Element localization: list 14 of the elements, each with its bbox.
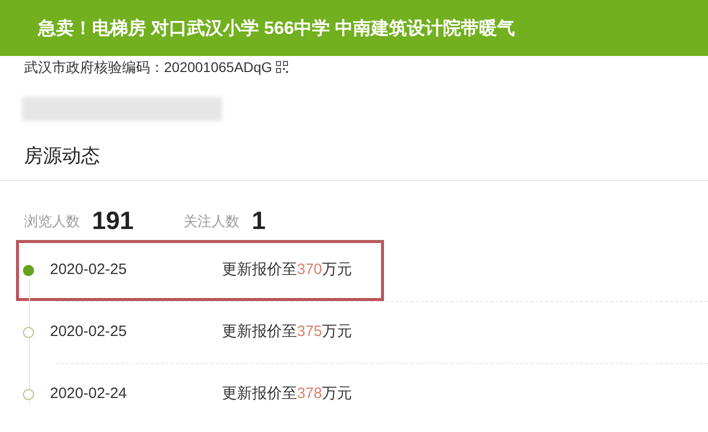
price-update: 更新报价至370万元 — [222, 260, 352, 280]
stat-value: 1 — [252, 208, 266, 234]
listing-title: 急卖！电梯房 对口武汉小学 566中学 中南建筑设计院带暖气 — [38, 16, 516, 40]
qr-code-icon[interactable] — [276, 61, 288, 73]
timeline-date: 2020-02-25 — [50, 260, 128, 280]
timeline-date: 2020-02-25 — [50, 322, 128, 342]
price-update: 更新报价至375万元 — [222, 322, 352, 342]
stat-label: 关注人数 — [184, 212, 240, 230]
stat-label: 浏览人数 — [24, 212, 80, 230]
price-update: 更新报价至378万元 — [222, 384, 352, 404]
section-title: 房源动态 — [24, 146, 100, 167]
timeline-date: 2020-02-24 — [50, 384, 128, 404]
stat-value: 191 — [92, 208, 134, 234]
verification-code: 武汉市政府核验编码：202001065ADqG — [24, 58, 272, 77]
